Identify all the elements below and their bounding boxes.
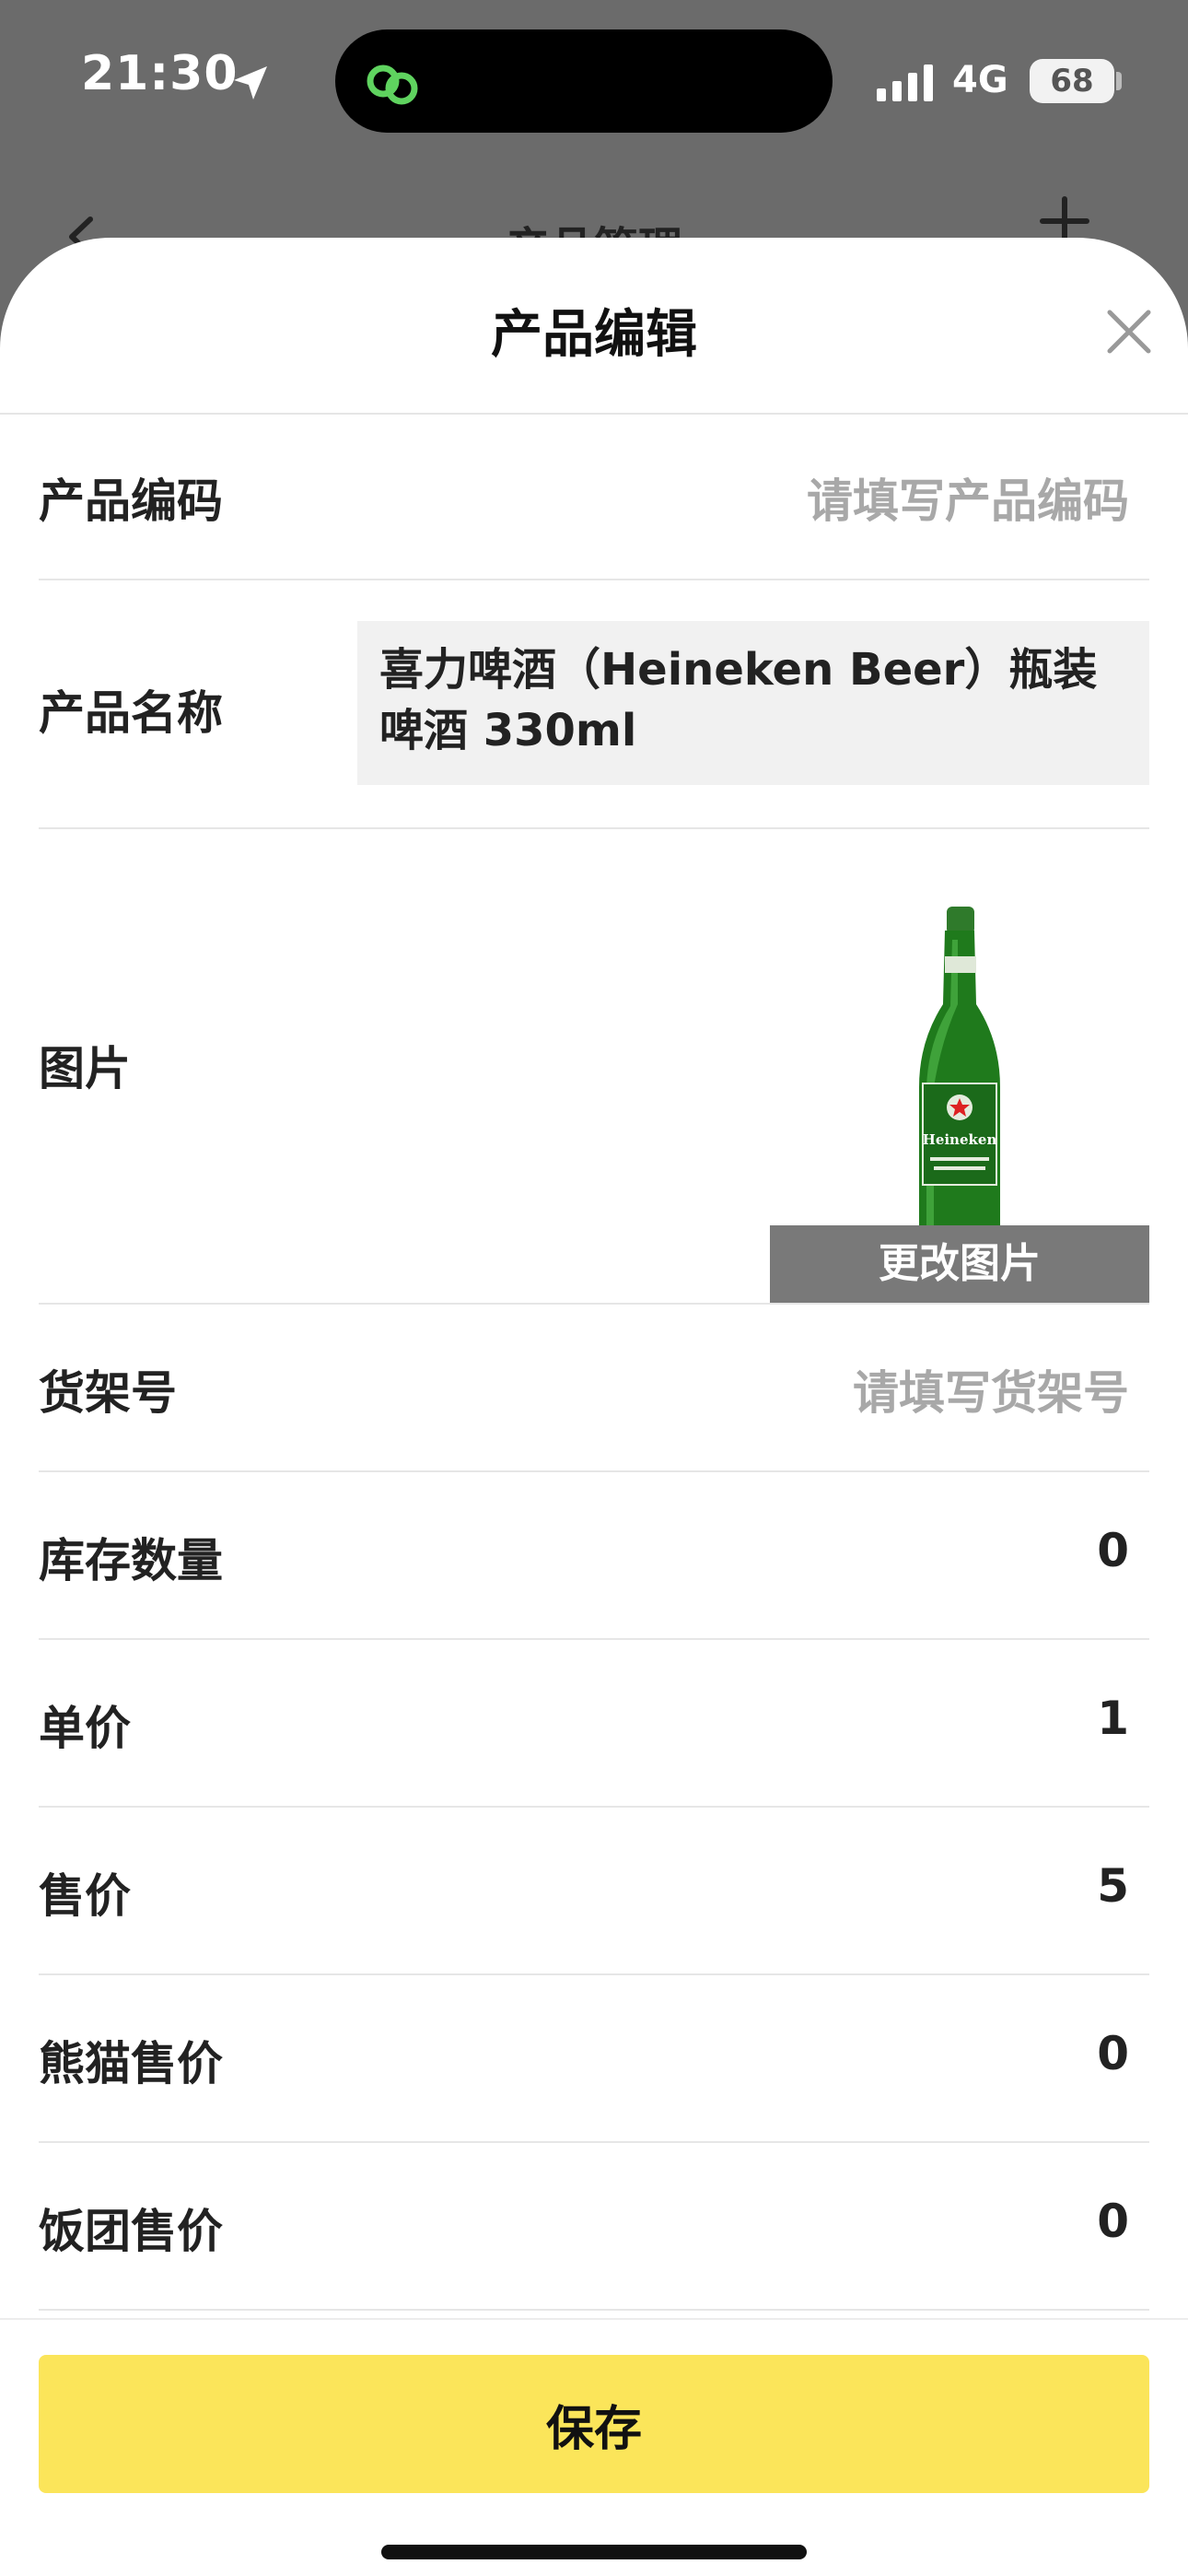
product-code-input[interactable]: 请填写产品编码 — [807, 464, 1129, 531]
location-arrow-icon — [234, 66, 267, 100]
fantuan-price-label: 饭团售价 — [39, 2205, 223, 2258]
stock-quantity-label: 库存数量 — [39, 1534, 223, 1587]
battery-icon: 68 — [1030, 59, 1114, 103]
battery-tip — [1116, 72, 1122, 90]
close-button[interactable] — [1096, 299, 1162, 365]
shelf-number-label: 货架号 — [39, 1366, 177, 1420]
unit-price-input[interactable]: 1 — [1097, 1692, 1129, 1745]
row-image: 图片 Heineken 更改图片 — [39, 829, 1149, 1305]
row-fantuan-price[interactable]: 饭团售价 0 — [39, 2143, 1149, 2311]
shelf-number-input[interactable]: 请填写货架号 — [853, 1356, 1129, 1423]
row-stock-quantity[interactable]: 库存数量 0 — [39, 1472, 1149, 1640]
panda-price-input[interactable]: 0 — [1097, 2027, 1129, 2080]
sale-price-label: 售价 — [39, 1869, 131, 1923]
sheet-title: 产品编辑 — [491, 305, 697, 365]
sheet-header: 产品编辑 — [0, 238, 1188, 415]
row-panda-price[interactable]: 熊猫售价 0 — [39, 1975, 1149, 2143]
battery-level: 68 — [1050, 63, 1094, 100]
beer-bottle-image: Heineken — [919, 907, 1000, 1225]
bottom-action-bar: 保存 — [0, 2318, 1188, 2576]
close-icon — [1107, 310, 1151, 354]
change-image-button[interactable]: 更改图片 — [770, 1225, 1149, 1303]
link-icon — [367, 64, 418, 105]
image-label: 图片 — [39, 1042, 131, 1095]
status-time: 21:30 — [81, 46, 239, 101]
save-button[interactable]: 保存 — [39, 2355, 1149, 2493]
product-name-label: 产品名称 — [39, 686, 223, 740]
product-name-field[interactable]: 喜力啤酒（Heineken Beer）瓶装啤酒 330ml — [357, 621, 1149, 785]
fantuan-price-input[interactable]: 0 — [1097, 2195, 1129, 2248]
row-product-name[interactable]: 产品名称 喜力啤酒（Heineken Beer）瓶装啤酒 330ml — [39, 580, 1149, 829]
stock-quantity-input[interactable]: 0 — [1097, 1524, 1129, 1577]
status-bar: 21:30 4G 68 — [0, 0, 1188, 166]
row-product-code[interactable]: 产品编码 请填写产品编码 — [39, 413, 1149, 580]
bottle-brand-text: Heineken — [923, 1131, 997, 1148]
panda-price-label: 熊猫售价 — [39, 2037, 223, 2090]
network-type: 4G — [952, 59, 1008, 101]
cellular-signal-icon — [877, 64, 933, 101]
row-sale-price[interactable]: 售价 5 — [39, 1808, 1149, 1975]
product-name-value: 喜力啤酒（Heineken Beer）瓶装啤酒 330ml — [379, 644, 1098, 756]
home-indicator — [381, 2545, 807, 2559]
product-edit-sheet: 产品编辑 产品编码 请填写产品编码 产品名称 喜力啤酒（Heineken Bee… — [0, 238, 1188, 2576]
product-image[interactable]: Heineken 更改图片 — [770, 903, 1149, 1303]
row-shelf-number[interactable]: 货架号 请填写货架号 — [39, 1305, 1149, 1472]
sale-price-input[interactable]: 5 — [1097, 1859, 1129, 1913]
unit-price-label: 单价 — [39, 1702, 131, 1755]
product-code-label: 产品编码 — [39, 474, 223, 528]
row-unit-price[interactable]: 单价 1 — [39, 1640, 1149, 1808]
